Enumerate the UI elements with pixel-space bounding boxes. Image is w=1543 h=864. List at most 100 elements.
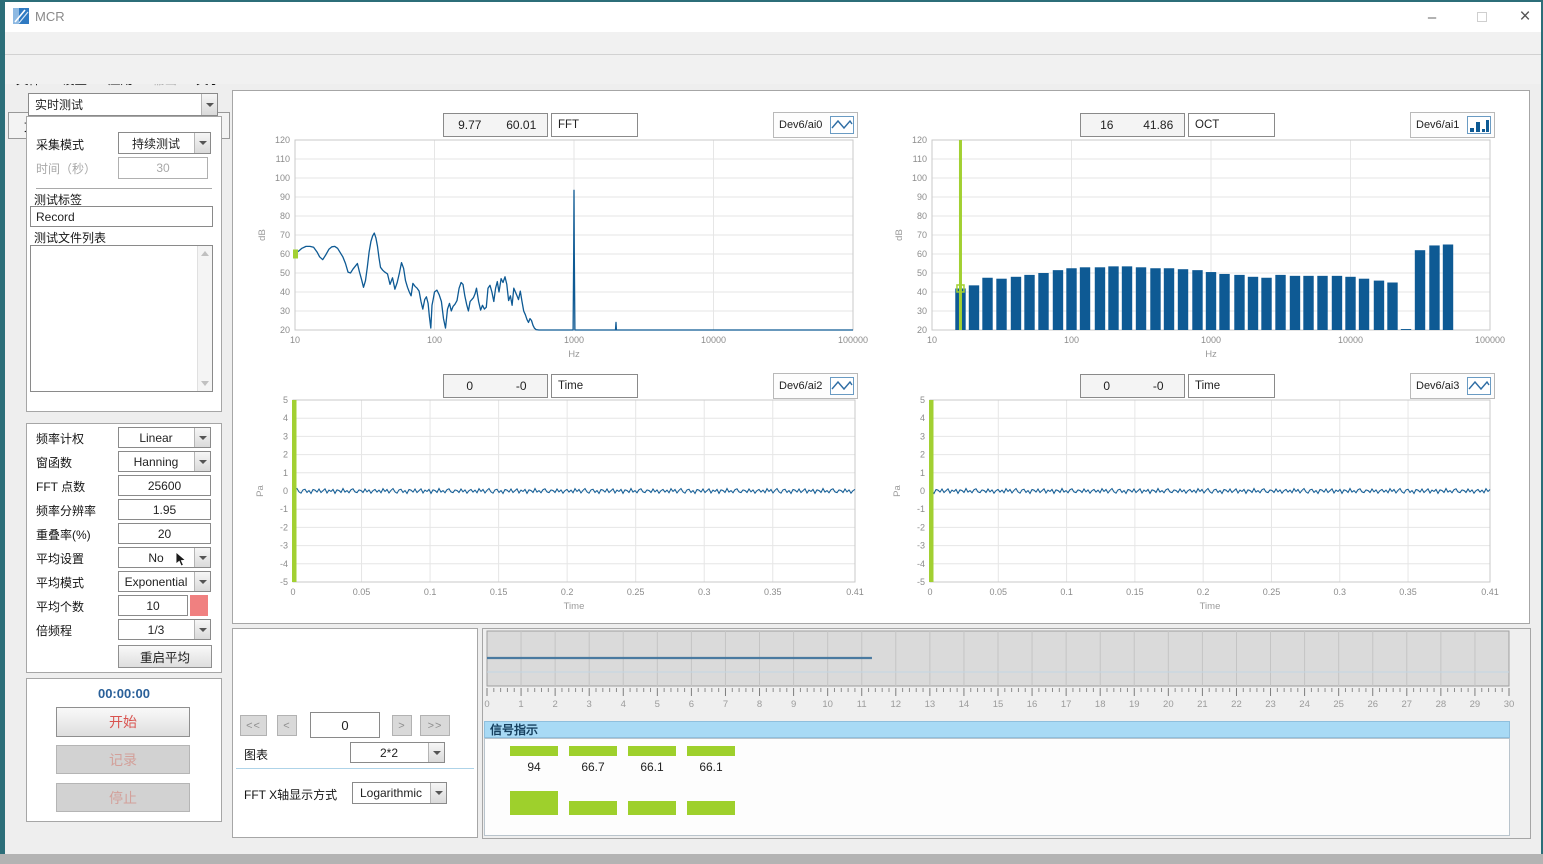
signal-meter-top-2	[569, 746, 617, 756]
svg-text:0: 0	[927, 587, 932, 597]
chart-layout-select[interactable]: 2*2	[350, 742, 445, 763]
svg-text:11: 11	[857, 699, 867, 710]
svg-text:0.2: 0.2	[561, 587, 574, 597]
param-value: 1/3	[148, 623, 165, 637]
chart-layout-value: 2*2	[380, 746, 398, 760]
param-input-4[interactable]: 1.95	[118, 499, 211, 520]
scroll-down-icon[interactable]	[201, 381, 209, 386]
param-value: Exponential	[125, 575, 188, 589]
nav-prev-button[interactable]: <	[277, 715, 297, 736]
param-label-8: 平均个数	[36, 598, 84, 615]
svg-text:Time: Time	[1200, 601, 1221, 612]
svg-text:18: 18	[1095, 699, 1106, 710]
svg-text:0: 0	[290, 587, 295, 597]
svg-text:29: 29	[1470, 699, 1481, 710]
svg-text:22: 22	[1231, 699, 1242, 710]
svg-text:100: 100	[275, 173, 290, 183]
maximize-button[interactable]	[1467, 2, 1497, 32]
svg-text:0: 0	[283, 486, 288, 496]
param-input-3[interactable]: 25600	[118, 475, 211, 496]
fft-xaxis-select[interactable]: Logarithmic	[352, 782, 447, 804]
signal-level-value-4: 66.1	[687, 760, 735, 774]
scrollbar[interactable]	[197, 246, 212, 391]
svg-text:0.3: 0.3	[698, 587, 711, 597]
svg-text:8: 8	[757, 699, 762, 710]
svg-text:15: 15	[993, 699, 1004, 710]
svg-text:9: 9	[791, 699, 796, 710]
svg-text:1: 1	[518, 699, 523, 710]
param-label-2: 窗函数	[36, 454, 72, 471]
signal-meter-top-1	[510, 746, 558, 756]
svg-text:10: 10	[822, 699, 833, 710]
record-button[interactable]: 记录	[56, 745, 190, 774]
param-select-2[interactable]: Hanning	[118, 451, 211, 472]
svg-text:21: 21	[1197, 699, 1208, 710]
svg-text:90: 90	[280, 192, 290, 202]
nav-next-button[interactable]: >	[392, 715, 412, 736]
record-timeline: 0123456789101112131415161718192021222324…	[485, 629, 1511, 714]
app-window: MCR – × 文件设置应用输出关于 文档设置通道设置数据采集 实时测试 采集模…	[0, 0, 1543, 864]
acq-mode-label: 采集模式	[36, 136, 84, 153]
svg-text:30: 30	[917, 306, 927, 316]
svg-text:6: 6	[689, 699, 694, 710]
close-button[interactable]: ×	[1510, 2, 1540, 32]
scroll-up-icon[interactable]	[201, 251, 209, 256]
svg-text:80: 80	[280, 211, 290, 221]
param-select-9[interactable]: 1/3	[118, 619, 211, 640]
svg-text:Pa: Pa	[892, 484, 903, 496]
svg-text:4: 4	[920, 413, 925, 423]
svg-text:0.05: 0.05	[353, 587, 371, 597]
acq-mode-select[interactable]: 持续测试	[118, 132, 211, 154]
svg-text:0.1: 0.1	[1060, 587, 1073, 597]
param-select-1[interactable]: Linear	[118, 427, 211, 448]
svg-text:5: 5	[655, 699, 660, 710]
svg-text:30: 30	[1504, 699, 1515, 710]
svg-text:5: 5	[920, 395, 925, 405]
chevron-down-icon	[194, 572, 210, 591]
duration-input[interactable]: 30	[118, 157, 208, 179]
stop-button[interactable]: 停止	[56, 783, 190, 812]
start-button[interactable]: 开始	[56, 707, 190, 737]
time2-chart[interactable]: -5-4-3-2-101234500.050.10.150.20.250.30.…	[882, 392, 1497, 620]
nav-first-button[interactable]: <<	[240, 715, 267, 736]
svg-text:-1: -1	[917, 504, 925, 514]
svg-text:20: 20	[280, 325, 290, 335]
minimize-button[interactable]: –	[1417, 2, 1447, 32]
test-file-list[interactable]	[30, 245, 213, 392]
svg-text:12: 12	[891, 699, 902, 710]
chevron-down-icon	[428, 743, 444, 762]
svg-text:0: 0	[920, 486, 925, 496]
menu-bar: 文件设置应用输出关于	[5, 32, 1541, 55]
time1-chart[interactable]: -5-4-3-2-101234500.050.10.150.20.250.30.…	[245, 392, 860, 620]
fft-chart[interactable]: 2030405060708090100110120101001000100001…	[245, 130, 860, 365]
param-value: Linear	[139, 431, 172, 445]
svg-text:0.2: 0.2	[1197, 587, 1210, 597]
svg-text:120: 120	[275, 135, 290, 145]
oct-chart[interactable]: 2030405060708090100110120101001000100001…	[880, 130, 1505, 365]
svg-text:13: 13	[925, 699, 936, 710]
svg-text:0.3: 0.3	[1333, 587, 1346, 597]
param-value: Hanning	[134, 455, 179, 469]
test-label-input[interactable]: Record	[30, 206, 213, 227]
svg-text:0.15: 0.15	[490, 587, 508, 597]
nav-index-input[interactable]: 0	[310, 712, 380, 738]
svg-text:16: 16	[1027, 699, 1038, 710]
param-select-6[interactable]: No	[118, 547, 211, 568]
restart-average-button[interactable]: 重启平均	[118, 645, 212, 668]
signal-meter-top-3	[628, 746, 676, 756]
svg-text:10: 10	[927, 335, 937, 345]
svg-text:dB: dB	[894, 229, 905, 241]
param-input-5[interactable]: 20	[118, 523, 211, 544]
duration-label: 时间（秒）	[36, 160, 96, 177]
signal-level-value-2: 66.7	[569, 760, 617, 774]
test-mode-select[interactable]: 实时测试	[28, 93, 218, 116]
svg-text:100000: 100000	[838, 335, 868, 345]
param-select-7[interactable]: Exponential	[118, 571, 211, 592]
svg-text:100: 100	[912, 173, 927, 183]
divider	[36, 188, 212, 189]
param-input-8[interactable]: 10	[118, 595, 188, 616]
svg-text:7: 7	[723, 699, 728, 710]
signal-meter-level-2	[569, 801, 617, 815]
nav-last-button[interactable]: >>	[420, 715, 450, 736]
param-label-3: FFT 点数	[36, 478, 85, 495]
